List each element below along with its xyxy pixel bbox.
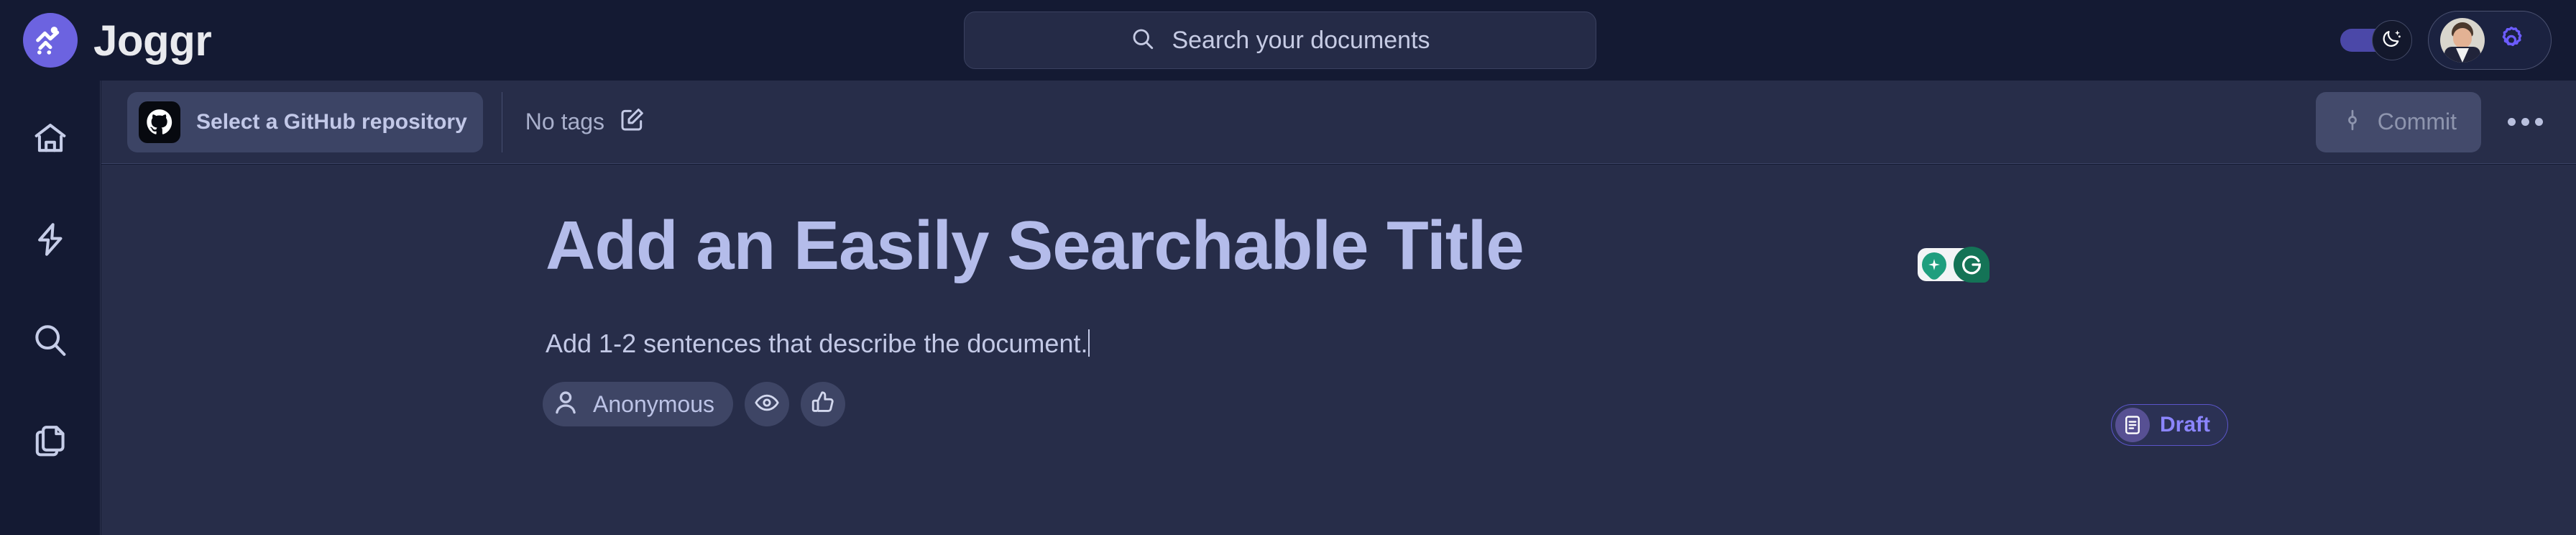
user-menu[interactable]	[2428, 11, 2552, 70]
topbar-right-group	[2340, 0, 2552, 81]
commit-button[interactable]: Commit	[2315, 91, 2481, 152]
brand-name: Joggr	[93, 16, 212, 65]
document-subtitle-text: Add 1-2 sentences that describe the docu…	[546, 329, 1088, 358]
author-name: Anonymous	[593, 390, 714, 417]
eye-icon	[753, 389, 781, 420]
search-icon	[1130, 26, 1156, 55]
page-title[interactable]: Add an Easily Searchable Title	[546, 206, 1524, 285]
commit-button-label: Commit	[2377, 109, 2457, 134]
select-github-repository-button[interactable]: Select a GitHub repository	[127, 91, 483, 152]
sidebar-item-home[interactable]	[22, 112, 78, 168]
github-icon	[139, 101, 180, 143]
author-chip[interactable]: Anonymous	[543, 382, 733, 426]
views-button[interactable]	[744, 382, 789, 426]
tags-label: No tags	[525, 109, 605, 134]
sidebar-item-quick-actions[interactable]	[22, 213, 78, 269]
more-horizontal-icon	[2507, 118, 2516, 126]
search-icon	[31, 321, 70, 363]
more-options-button[interactable]	[2500, 97, 2550, 147]
likes-button[interactable]	[800, 382, 845, 426]
text-caret	[1088, 329, 1090, 357]
thumbs-up-icon	[809, 389, 837, 420]
search-input[interactable]: Search your documents	[964, 12, 1596, 69]
sidebar	[0, 81, 101, 535]
status-badge-label: Draft	[2160, 413, 2211, 436]
sidebar-item-documents[interactable]	[22, 414, 78, 470]
user-icon	[550, 387, 581, 422]
git-commit-icon	[2340, 108, 2365, 136]
document-subtitle[interactable]: Add 1-2 sentences that describe the docu…	[546, 329, 1090, 359]
search-placeholder: Search your documents	[1172, 26, 1430, 54]
home-icon	[31, 119, 70, 162]
toggle-knob	[2372, 20, 2412, 60]
document-meta-row: Anonymous	[543, 382, 845, 426]
gear-icon[interactable]	[2495, 22, 2528, 59]
dark-mode-toggle[interactable]	[2340, 20, 2412, 60]
status-badge[interactable]: Draft	[2111, 404, 2229, 446]
toolbar-right-group: Commit	[2315, 91, 2550, 152]
brand-logo[interactable]: Joggr	[23, 13, 212, 68]
joggr-runner-logo	[23, 13, 78, 68]
tags-control[interactable]: No tags	[525, 106, 646, 138]
edit-pencil-icon[interactable]	[617, 106, 646, 138]
avatar	[2440, 18, 2485, 63]
document-editor: Add an Easily Searchable Title Add 1-2 s…	[101, 165, 2576, 535]
grammarly-spark-icon	[1916, 247, 1952, 283]
grammarly-g-icon	[1954, 247, 1990, 283]
repo-button-label: Select a GitHub repository	[196, 109, 467, 134]
lightning-bolt-icon	[31, 220, 70, 262]
document-toolbar: Select a GitHub repository No tags Commi…	[101, 81, 2576, 164]
sidebar-item-search[interactable]	[22, 314, 78, 370]
grammarly-widget[interactable]	[1916, 247, 1990, 283]
moon-stars-icon	[2380, 27, 2404, 54]
documents-copy-icon	[31, 421, 70, 464]
top-bar: Joggr Search your documents	[0, 0, 2576, 81]
document-icon	[2115, 408, 2150, 442]
